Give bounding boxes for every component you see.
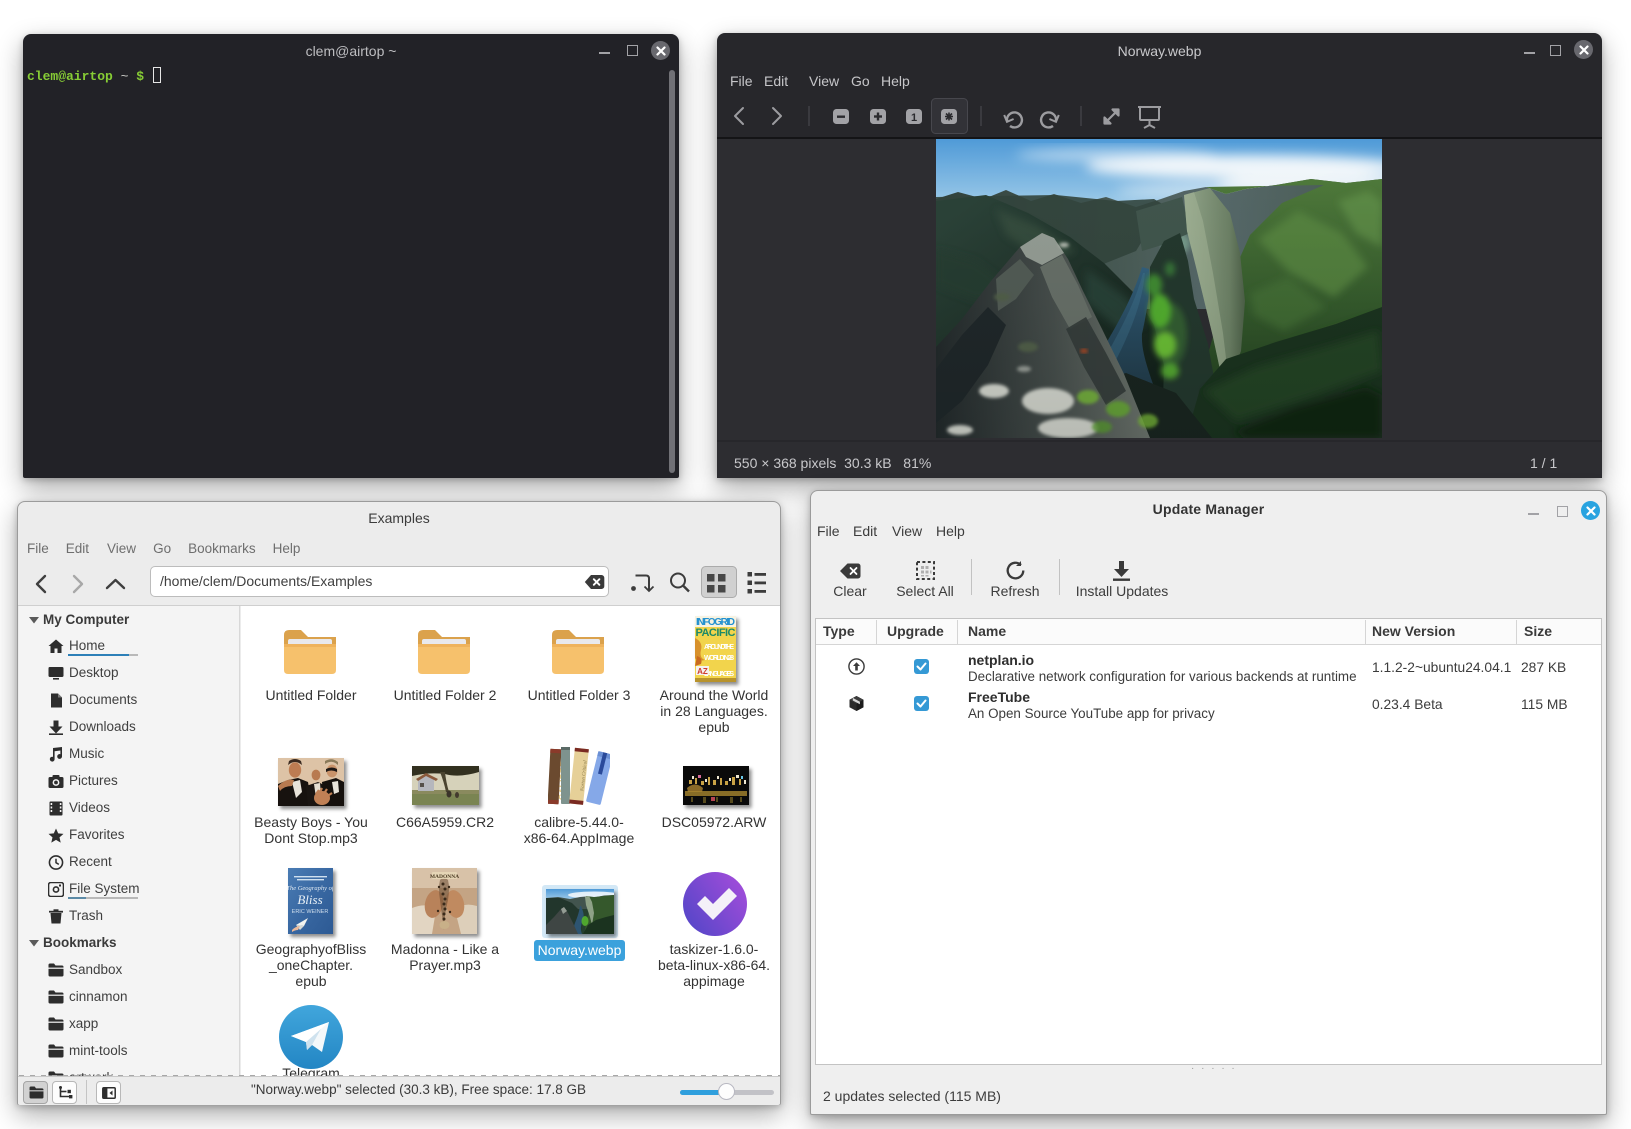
svg-text:1: 1: [911, 112, 917, 124]
svg-text:Bliss: Bliss: [297, 892, 322, 907]
svg-text:ERIC WEINER: ERIC WEINER: [292, 909, 329, 915]
svg-text:WORLD IN 28: WORLD IN 28: [704, 655, 734, 662]
svg-text:AZ: AZ: [697, 667, 708, 676]
svg-text:The Geography of: The Geography of: [288, 885, 333, 892]
svg-text:AROUND THE: AROUND THE: [704, 644, 734, 651]
svg-text:PACIFIC: PACIFIC: [696, 627, 736, 639]
svg-text:MADONNA: MADONNA: [430, 874, 459, 880]
